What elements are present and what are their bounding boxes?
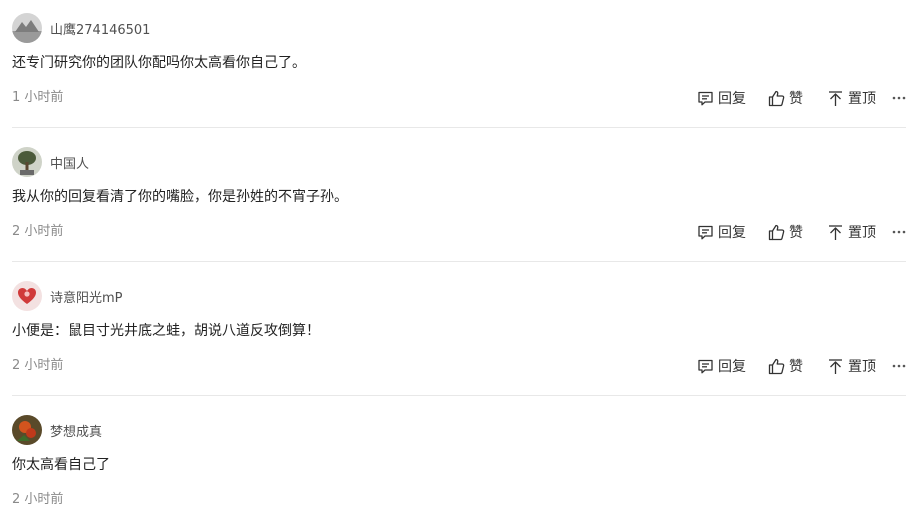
comment-header: 诗意阳光mP [12,281,123,311]
avatar[interactable] [12,13,42,43]
avatar-image [12,13,42,43]
divider [12,395,906,396]
username[interactable]: 梦想成真 [50,421,102,440]
reply-button[interactable]: 回复 [697,222,746,242]
reply-icon [698,225,713,239]
reply-button[interactable]: 回复 [697,356,746,376]
comment-item: 梦想成真 你太高看自己了 2 小时前 [0,402,906,528]
comment-text: 我从你的回复看清了你的嘴脸，你是孙姓的不宵子孙。 [12,189,348,205]
comment-item: 诗意阳光mP 小便是：鼠目寸光井底之蛙，胡说八道反攻倒算！ 2 小时前 回复 赞 [0,268,906,402]
thumbs-up-icon [768,358,785,374]
comment-time: 2 小时前 [12,492,64,507]
comment-text: 还专门研究你的团队你配吗你太高看你自己了。 [12,55,306,71]
avatar-image [12,415,42,445]
more-options-icon[interactable] [892,355,906,377]
pin-button[interactable]: 置顶 [827,88,876,108]
reply-icon [698,359,713,373]
ellipsis-icon [892,230,906,234]
comment-item: 山鹰274146501 还专门研究你的团队你配吗你太高看你自己了。 1 小时前 … [0,0,906,134]
pin-label: 置顶 [848,91,876,107]
comment-text: 小便是：鼠目寸光井底之蛙，胡说八道反攻倒算！ [12,323,320,339]
pin-top-icon [829,90,842,106]
comment-header: 梦想成真 [12,415,102,445]
like-label: 赞 [789,91,803,107]
comment-header: 山鹰274146501 [12,13,150,43]
username[interactable]: 山鹰274146501 [50,19,150,38]
like-button[interactable]: 赞 [768,222,803,242]
pin-top-icon [829,224,842,240]
avatar-image [12,281,42,311]
pin-label: 置顶 [848,225,876,241]
reply-button[interactable]: 回复 [697,88,746,108]
comment-actions: 回复 赞 置顶 [697,221,906,243]
more-options-icon[interactable] [892,221,906,243]
like-label: 赞 [789,225,803,241]
reply-label: 回复 [718,225,746,241]
avatar[interactable] [12,281,42,311]
comment-time: 1 小时前 [12,90,64,105]
pin-label: 置顶 [848,359,876,375]
like-label: 赞 [789,359,803,375]
more-options-icon[interactable] [892,87,906,109]
thumbs-up-icon [768,224,785,240]
comment-actions: 回复 赞 置顶 [697,355,906,377]
comment-time: 2 小时前 [12,358,64,373]
pin-button[interactable]: 置顶 [827,222,876,242]
ellipsis-icon [892,96,906,100]
reply-label: 回复 [718,91,746,107]
comment-header: 中国人 [12,147,89,177]
divider [12,261,906,262]
username[interactable]: 诗意阳光mP [50,287,123,306]
thumbs-up-icon [768,90,785,106]
avatar[interactable] [12,415,42,445]
divider [12,127,906,128]
reply-icon [698,91,713,105]
ellipsis-icon [892,364,906,368]
comment-item: 中国人 我从你的回复看清了你的嘴脸，你是孙姓的不宵子孙。 2 小时前 回复 赞 [0,134,906,268]
avatar-image [12,147,42,177]
comment-text: 你太高看自己了 [12,457,110,473]
like-button[interactable]: 赞 [768,88,803,108]
avatar[interactable] [12,147,42,177]
reply-label: 回复 [718,359,746,375]
comment-time: 2 小时前 [12,224,64,239]
pin-button[interactable]: 置顶 [827,356,876,376]
like-button[interactable]: 赞 [768,356,803,376]
comment-actions: 回复 赞 置顶 [697,87,906,109]
comment-list: 山鹰274146501 还专门研究你的团队你配吗你太高看你自己了。 1 小时前 … [0,0,906,528]
pin-top-icon [829,358,842,374]
username[interactable]: 中国人 [50,153,89,172]
